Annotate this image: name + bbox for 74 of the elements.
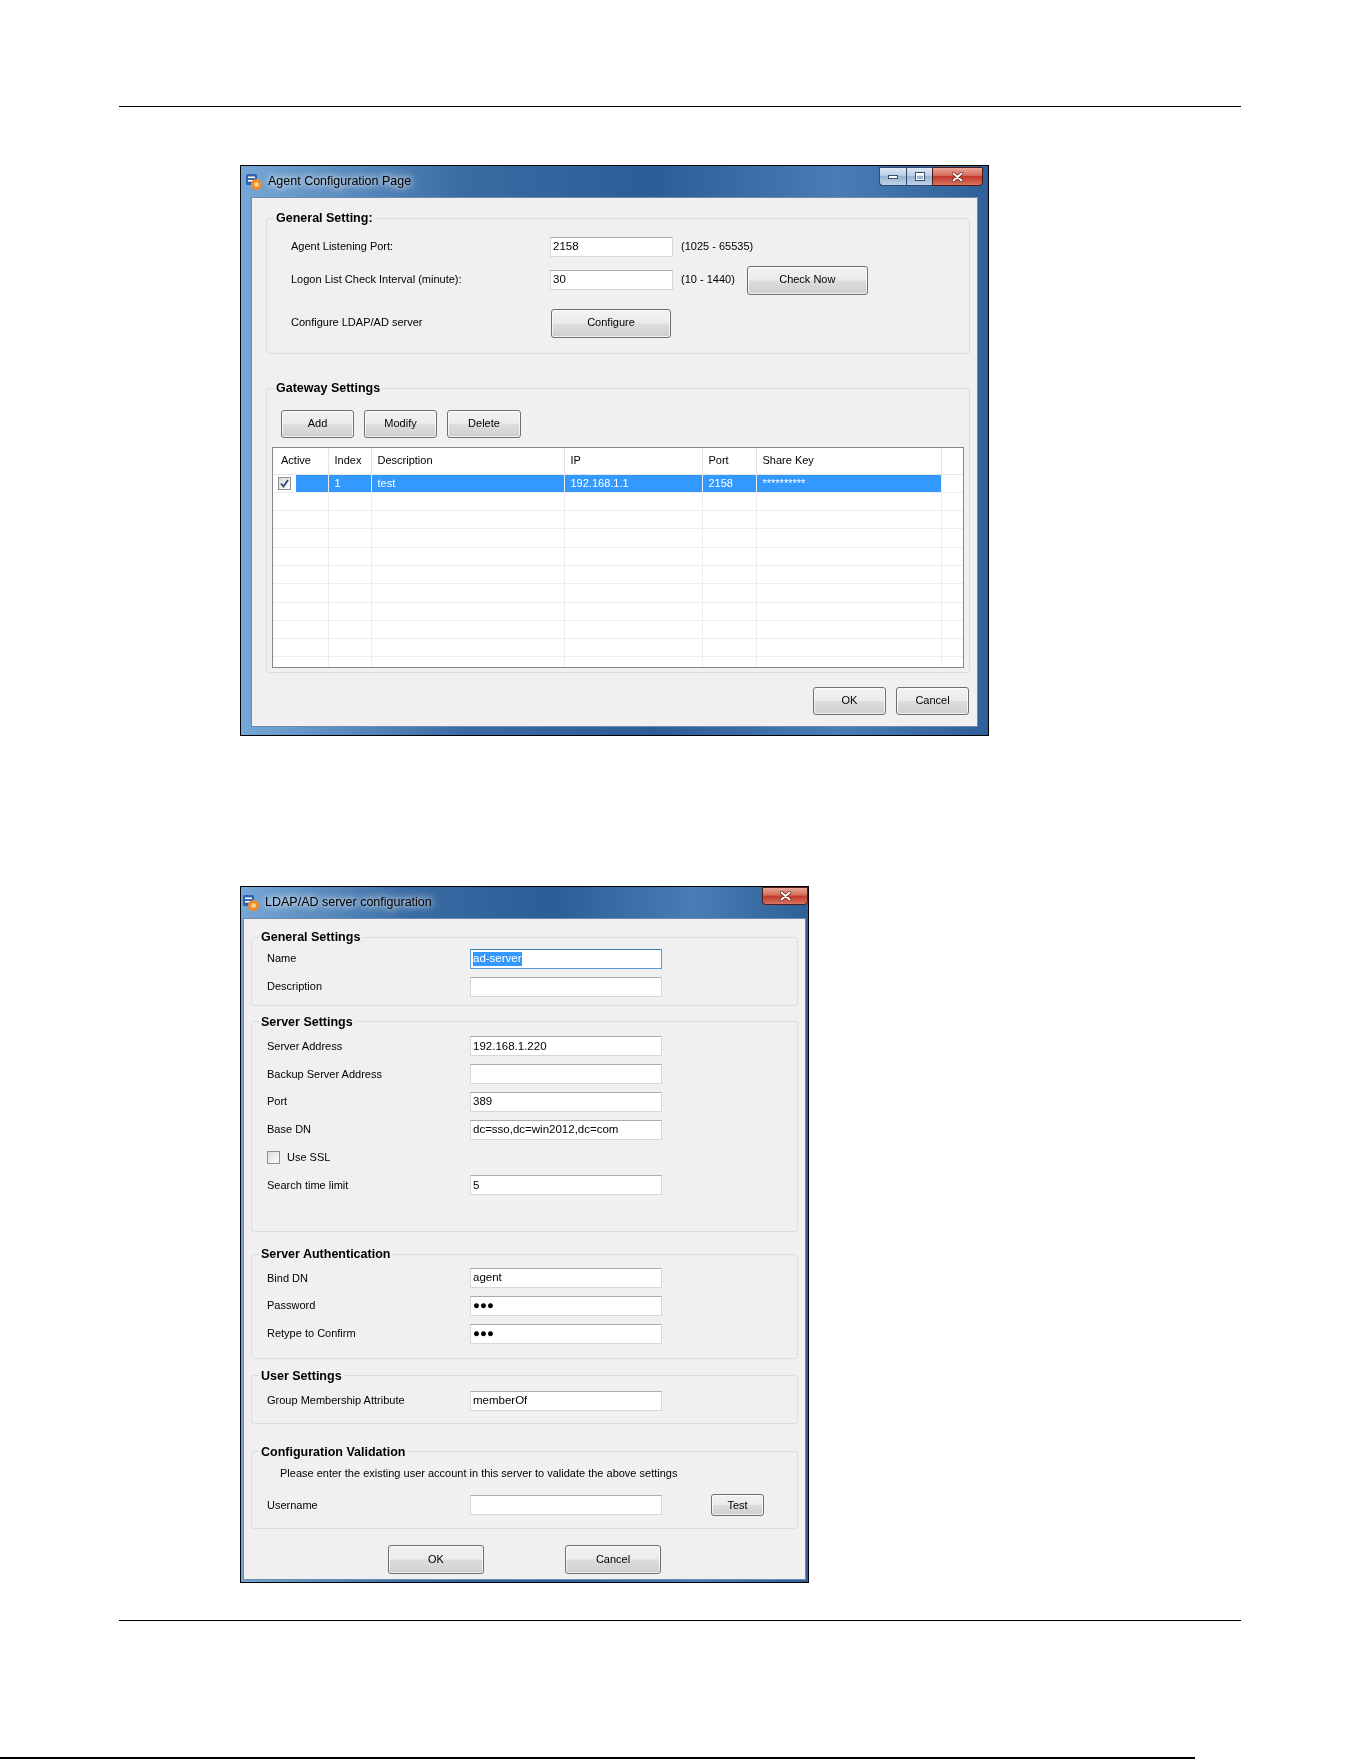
field-label: Base DN bbox=[267, 1123, 313, 1137]
app-icon bbox=[246, 173, 262, 190]
text-field[interactable]: agent bbox=[470, 1268, 662, 1289]
table-cell: ********** bbox=[756, 474, 941, 493]
table-cell: test bbox=[371, 474, 564, 493]
text-field[interactable]: 30 bbox=[550, 270, 673, 290]
column-header[interactable]: IP bbox=[564, 448, 702, 474]
text-field[interactable] bbox=[470, 1064, 662, 1085]
field-label: Password bbox=[267, 1299, 317, 1313]
field-label: Retype to Confirm bbox=[267, 1327, 357, 1341]
app-icon bbox=[243, 894, 259, 911]
button[interactable]: OK bbox=[813, 687, 886, 715]
field-label: Name bbox=[267, 952, 298, 966]
minimize-button[interactable] bbox=[879, 167, 906, 186]
button[interactable]: Cancel bbox=[565, 1545, 661, 1575]
table-cell: 1 bbox=[328, 474, 371, 493]
checkbox[interactable] bbox=[278, 476, 291, 490]
text-field[interactable] bbox=[470, 976, 662, 997]
field-label: Agent Listening Port: bbox=[291, 240, 395, 254]
close-button[interactable] bbox=[762, 887, 808, 905]
range-hint: (1025 - 65535) bbox=[681, 240, 754, 254]
text-field[interactable]: 389 bbox=[470, 1092, 662, 1113]
column-header[interactable]: Active bbox=[273, 448, 328, 474]
field-label: Backup Server Address bbox=[267, 1067, 383, 1081]
column-header[interactable]: Index bbox=[328, 448, 371, 474]
close-icon bbox=[779, 891, 791, 901]
column-header[interactable]: Share Key bbox=[756, 448, 941, 474]
range-hint: (10 - 1440) bbox=[681, 273, 735, 287]
group-title: User Settings bbox=[260, 1367, 343, 1384]
maximize-icon bbox=[914, 172, 925, 181]
column-header[interactable]: Port bbox=[702, 448, 756, 474]
button[interactable]: Delete bbox=[447, 410, 521, 438]
group-title: Configuration Validation bbox=[260, 1443, 407, 1460]
field-label: Group Membership Attribute bbox=[267, 1394, 406, 1408]
button[interactable]: Modify bbox=[364, 410, 437, 438]
table-cell: 2158 bbox=[702, 474, 756, 493]
field-label: Port bbox=[267, 1095, 289, 1109]
checkbox[interactable] bbox=[267, 1151, 280, 1165]
text-field[interactable]: dc=sso,dc=win2012,dc=com bbox=[470, 1119, 662, 1140]
text-field[interactable] bbox=[470, 1495, 662, 1516]
field-label: Configure LDAP/AD server bbox=[291, 316, 424, 330]
window-title: Agent Configuration Page bbox=[268, 174, 412, 189]
button[interactable]: Test bbox=[711, 1494, 764, 1517]
group-title: General Settings bbox=[260, 929, 362, 945]
field-label: Logon List Check Interval (minute): bbox=[291, 273, 463, 287]
group-title: General Setting: bbox=[275, 210, 374, 226]
text-field[interactable]: ●●● bbox=[470, 1323, 662, 1344]
field-label: Description bbox=[267, 980, 324, 994]
close-button[interactable] bbox=[932, 167, 983, 186]
group-title: Gateway Settings bbox=[275, 380, 382, 396]
checkbox-label: Use SSL bbox=[287, 1151, 331, 1165]
group-title: Server Authentication bbox=[260, 1246, 392, 1263]
field-label: Search time limit bbox=[267, 1178, 350, 1193]
window-title: LDAP/AD server configuration bbox=[265, 895, 432, 910]
maximize-button[interactable] bbox=[906, 167, 932, 186]
field-label: Username bbox=[267, 1498, 319, 1513]
instruction-text: Please enter the existing user account in this server to validate the above settings bbox=[279, 1465, 679, 1481]
field-label: Bind DN bbox=[267, 1271, 309, 1285]
button[interactable]: OK bbox=[388, 1545, 484, 1575]
group-title: Server Settings bbox=[260, 1013, 354, 1030]
text-field[interactable]: ●●● bbox=[470, 1296, 662, 1317]
button[interactable]: Check Now bbox=[746, 265, 868, 295]
close-icon bbox=[952, 171, 963, 182]
text-field[interactable]: 192.168.1.220 bbox=[470, 1036, 662, 1057]
button[interactable]: Configure bbox=[551, 308, 671, 338]
text-field[interactable]: memberOf bbox=[470, 1390, 662, 1411]
text-field[interactable]: 5 bbox=[470, 1175, 662, 1196]
field-label: Server Address bbox=[267, 1039, 344, 1054]
button[interactable]: Cancel bbox=[896, 687, 969, 715]
table-cell: 192.168.1.1 bbox=[564, 474, 702, 493]
minimize-icon bbox=[888, 174, 898, 179]
column-header[interactable]: Description bbox=[371, 448, 564, 474]
button[interactable]: Add bbox=[281, 410, 354, 438]
text-field[interactable]: 2158 bbox=[550, 237, 673, 257]
